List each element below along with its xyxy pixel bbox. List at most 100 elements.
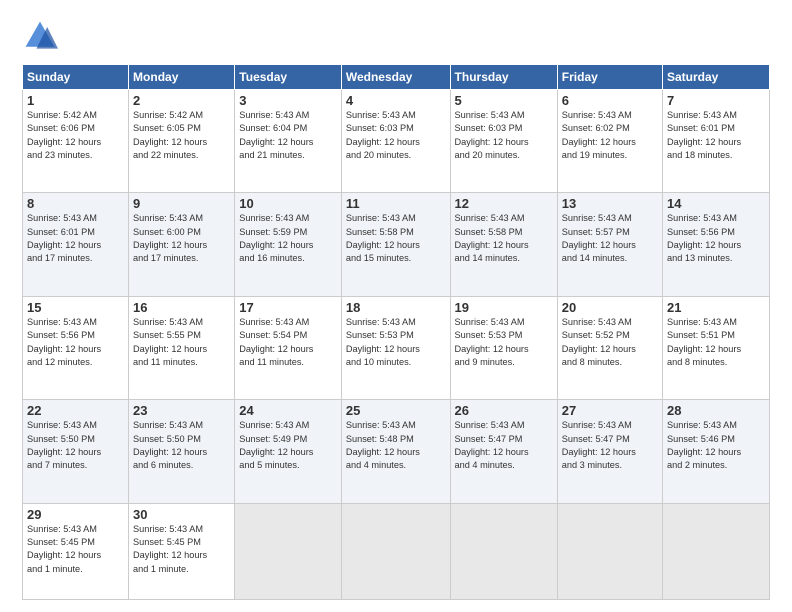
day-number: 12 xyxy=(455,196,553,211)
day-info: Sunrise: 5:43 AMSunset: 6:03 PMDaylight:… xyxy=(346,110,420,160)
calendar-day-cell: 27 Sunrise: 5:43 AMSunset: 5:47 PMDaylig… xyxy=(557,400,662,503)
weekday-header-saturday: Saturday xyxy=(663,65,770,90)
calendar-day-cell xyxy=(235,503,342,599)
day-info: Sunrise: 5:43 AMSunset: 5:48 PMDaylight:… xyxy=(346,420,420,470)
calendar-day-cell: 24 Sunrise: 5:43 AMSunset: 5:49 PMDaylig… xyxy=(235,400,342,503)
day-number: 21 xyxy=(667,300,765,315)
calendar-day-cell: 17 Sunrise: 5:43 AMSunset: 5:54 PMDaylig… xyxy=(235,296,342,399)
calendar-day-cell: 22 Sunrise: 5:43 AMSunset: 5:50 PMDaylig… xyxy=(23,400,129,503)
day-info: Sunrise: 5:43 AMSunset: 5:53 PMDaylight:… xyxy=(455,317,529,367)
calendar-day-cell: 29 Sunrise: 5:43 AMSunset: 5:45 PMDaylig… xyxy=(23,503,129,599)
day-number: 29 xyxy=(27,507,124,522)
calendar-day-cell: 28 Sunrise: 5:43 AMSunset: 5:46 PMDaylig… xyxy=(663,400,770,503)
day-number: 2 xyxy=(133,93,230,108)
day-number: 14 xyxy=(667,196,765,211)
calendar-day-cell: 23 Sunrise: 5:43 AMSunset: 5:50 PMDaylig… xyxy=(129,400,235,503)
calendar-day-cell: 11 Sunrise: 5:43 AMSunset: 5:58 PMDaylig… xyxy=(341,193,450,296)
day-number: 20 xyxy=(562,300,658,315)
day-info: Sunrise: 5:43 AMSunset: 5:50 PMDaylight:… xyxy=(27,420,101,470)
calendar-day-cell xyxy=(450,503,557,599)
day-number: 3 xyxy=(239,93,337,108)
calendar-day-cell: 12 Sunrise: 5:43 AMSunset: 5:58 PMDaylig… xyxy=(450,193,557,296)
weekday-header-monday: Monday xyxy=(129,65,235,90)
day-number: 9 xyxy=(133,196,230,211)
calendar-day-cell: 2 Sunrise: 5:42 AMSunset: 6:05 PMDayligh… xyxy=(129,90,235,193)
calendar-day-cell: 16 Sunrise: 5:43 AMSunset: 5:55 PMDaylig… xyxy=(129,296,235,399)
calendar-day-cell xyxy=(557,503,662,599)
day-info: Sunrise: 5:43 AMSunset: 5:58 PMDaylight:… xyxy=(346,213,420,263)
day-info: Sunrise: 5:43 AMSunset: 6:00 PMDaylight:… xyxy=(133,213,207,263)
day-info: Sunrise: 5:43 AMSunset: 5:54 PMDaylight:… xyxy=(239,317,313,367)
calendar-day-cell: 7 Sunrise: 5:43 AMSunset: 6:01 PMDayligh… xyxy=(663,90,770,193)
logo xyxy=(22,18,62,54)
day-number: 24 xyxy=(239,403,337,418)
calendar-day-cell: 9 Sunrise: 5:43 AMSunset: 6:00 PMDayligh… xyxy=(129,193,235,296)
day-number: 30 xyxy=(133,507,230,522)
calendar-week-row: 22 Sunrise: 5:43 AMSunset: 5:50 PMDaylig… xyxy=(23,400,770,503)
weekday-header-row: SundayMondayTuesdayWednesdayThursdayFrid… xyxy=(23,65,770,90)
calendar-day-cell: 19 Sunrise: 5:43 AMSunset: 5:53 PMDaylig… xyxy=(450,296,557,399)
header xyxy=(22,18,770,54)
day-info: Sunrise: 5:43 AMSunset: 5:58 PMDaylight:… xyxy=(455,213,529,263)
day-number: 13 xyxy=(562,196,658,211)
day-info: Sunrise: 5:43 AMSunset: 5:56 PMDaylight:… xyxy=(27,317,101,367)
day-info: Sunrise: 5:43 AMSunset: 6:01 PMDaylight:… xyxy=(667,110,741,160)
calendar-day-cell: 8 Sunrise: 5:43 AMSunset: 6:01 PMDayligh… xyxy=(23,193,129,296)
calendar-week-row: 8 Sunrise: 5:43 AMSunset: 6:01 PMDayligh… xyxy=(23,193,770,296)
day-number: 15 xyxy=(27,300,124,315)
day-info: Sunrise: 5:43 AMSunset: 5:47 PMDaylight:… xyxy=(562,420,636,470)
day-info: Sunrise: 5:43 AMSunset: 5:45 PMDaylight:… xyxy=(27,524,101,574)
calendar-day-cell: 20 Sunrise: 5:43 AMSunset: 5:52 PMDaylig… xyxy=(557,296,662,399)
day-info: Sunrise: 5:43 AMSunset: 5:52 PMDaylight:… xyxy=(562,317,636,367)
day-info: Sunrise: 5:42 AMSunset: 6:05 PMDaylight:… xyxy=(133,110,207,160)
day-info: Sunrise: 5:43 AMSunset: 5:45 PMDaylight:… xyxy=(133,524,207,574)
calendar-day-cell: 4 Sunrise: 5:43 AMSunset: 6:03 PMDayligh… xyxy=(341,90,450,193)
calendar-day-cell: 18 Sunrise: 5:43 AMSunset: 5:53 PMDaylig… xyxy=(341,296,450,399)
day-number: 5 xyxy=(455,93,553,108)
day-number: 16 xyxy=(133,300,230,315)
weekday-header-wednesday: Wednesday xyxy=(341,65,450,90)
day-number: 17 xyxy=(239,300,337,315)
calendar-day-cell: 3 Sunrise: 5:43 AMSunset: 6:04 PMDayligh… xyxy=(235,90,342,193)
day-info: Sunrise: 5:43 AMSunset: 6:03 PMDaylight:… xyxy=(455,110,529,160)
calendar-table: SundayMondayTuesdayWednesdayThursdayFrid… xyxy=(22,64,770,600)
calendar-week-row: 15 Sunrise: 5:43 AMSunset: 5:56 PMDaylig… xyxy=(23,296,770,399)
day-number: 19 xyxy=(455,300,553,315)
calendar-day-cell: 15 Sunrise: 5:43 AMSunset: 5:56 PMDaylig… xyxy=(23,296,129,399)
day-number: 18 xyxy=(346,300,446,315)
calendar-day-cell: 10 Sunrise: 5:43 AMSunset: 5:59 PMDaylig… xyxy=(235,193,342,296)
calendar-day-cell xyxy=(663,503,770,599)
day-info: Sunrise: 5:43 AMSunset: 6:01 PMDaylight:… xyxy=(27,213,101,263)
calendar-week-row: 29 Sunrise: 5:43 AMSunset: 5:45 PMDaylig… xyxy=(23,503,770,599)
logo-icon xyxy=(22,18,58,54)
day-info: Sunrise: 5:43 AMSunset: 5:47 PMDaylight:… xyxy=(455,420,529,470)
day-info: Sunrise: 5:43 AMSunset: 5:57 PMDaylight:… xyxy=(562,213,636,263)
calendar-day-cell: 21 Sunrise: 5:43 AMSunset: 5:51 PMDaylig… xyxy=(663,296,770,399)
calendar-day-cell xyxy=(341,503,450,599)
day-info: Sunrise: 5:43 AMSunset: 5:55 PMDaylight:… xyxy=(133,317,207,367)
day-number: 11 xyxy=(346,196,446,211)
day-number: 26 xyxy=(455,403,553,418)
day-info: Sunrise: 5:43 AMSunset: 6:02 PMDaylight:… xyxy=(562,110,636,160)
weekday-header-sunday: Sunday xyxy=(23,65,129,90)
day-number: 7 xyxy=(667,93,765,108)
day-info: Sunrise: 5:43 AMSunset: 5:50 PMDaylight:… xyxy=(133,420,207,470)
day-number: 1 xyxy=(27,93,124,108)
day-number: 8 xyxy=(27,196,124,211)
weekday-header-tuesday: Tuesday xyxy=(235,65,342,90)
day-number: 27 xyxy=(562,403,658,418)
calendar-day-cell: 5 Sunrise: 5:43 AMSunset: 6:03 PMDayligh… xyxy=(450,90,557,193)
day-info: Sunrise: 5:43 AMSunset: 6:04 PMDaylight:… xyxy=(239,110,313,160)
day-info: Sunrise: 5:43 AMSunset: 5:51 PMDaylight:… xyxy=(667,317,741,367)
page: SundayMondayTuesdayWednesdayThursdayFrid… xyxy=(0,0,792,612)
day-number: 4 xyxy=(346,93,446,108)
day-info: Sunrise: 5:43 AMSunset: 5:56 PMDaylight:… xyxy=(667,213,741,263)
calendar-day-cell: 1 Sunrise: 5:42 AMSunset: 6:06 PMDayligh… xyxy=(23,90,129,193)
day-number: 23 xyxy=(133,403,230,418)
calendar-day-cell: 13 Sunrise: 5:43 AMSunset: 5:57 PMDaylig… xyxy=(557,193,662,296)
day-number: 25 xyxy=(346,403,446,418)
day-number: 22 xyxy=(27,403,124,418)
weekday-header-thursday: Thursday xyxy=(450,65,557,90)
calendar-day-cell: 25 Sunrise: 5:43 AMSunset: 5:48 PMDaylig… xyxy=(341,400,450,503)
day-info: Sunrise: 5:42 AMSunset: 6:06 PMDaylight:… xyxy=(27,110,101,160)
